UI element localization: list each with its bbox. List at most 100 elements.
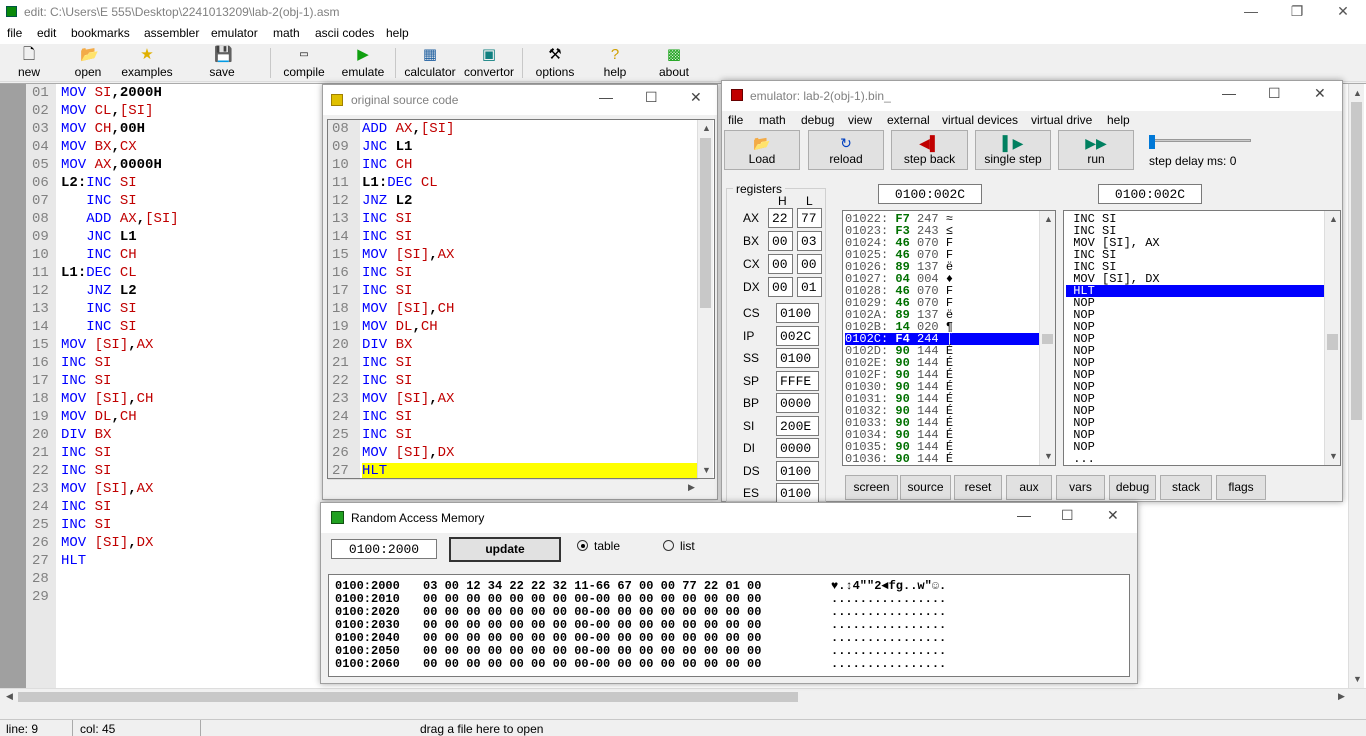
single-step-button[interactable]: ▌▶ single step	[975, 130, 1051, 170]
scroll-up-icon[interactable]: ▲	[1353, 88, 1362, 98]
stack-button[interactable]: stack	[1160, 475, 1212, 500]
disassembly-row[interactable]: NOP	[1066, 417, 1324, 429]
em-menu-help[interactable]: help	[1107, 113, 1130, 127]
memory-scrollbar[interactable]: ▲ ▼	[1039, 211, 1055, 465]
em-menu-math[interactable]: math	[759, 113, 786, 127]
code-line[interactable]: INC SI	[61, 463, 111, 479]
close-icon[interactable]: ✕	[1320, 0, 1366, 24]
disassembly-row[interactable]: NOP	[1066, 297, 1324, 309]
disassembly-row[interactable]: NOP	[1066, 381, 1324, 393]
disassembly-row[interactable]: NOP	[1066, 309, 1324, 321]
code-line[interactable]: INC SI	[61, 301, 136, 317]
code-line[interactable]: MOV [SI],DX	[61, 535, 153, 551]
em-menu-file[interactable]: file	[728, 113, 743, 127]
code-line[interactable]: MOV BX,CX	[61, 139, 137, 155]
code-line[interactable]: MOV [SI],AX	[61, 337, 153, 353]
ram-window-titlebar[interactable]: Random Access Memory — ☐ ✕	[321, 503, 1137, 533]
aux-button[interactable]: aux	[1006, 475, 1052, 500]
code-line[interactable]: INC SI	[61, 193, 136, 209]
register-high-field[interactable]: 00	[768, 231, 793, 251]
register-high-field[interactable]: 00	[768, 254, 793, 274]
menu-emulator[interactable]: emulator	[211, 26, 258, 40]
screen-button[interactable]: screen	[845, 475, 898, 500]
menu-assembler[interactable]: assembler	[144, 26, 199, 40]
editor-horizontal-scrollbar[interactable]: ◀ ▶	[0, 688, 1366, 704]
scroll-thumb[interactable]	[700, 138, 711, 308]
source-window-titlebar[interactable]: original source code — ☐ ✕	[323, 85, 717, 115]
source-line[interactable]: MOV [SI],CH	[362, 301, 454, 317]
help-button[interactable]: ? help	[600, 46, 630, 80]
em-menu-external[interactable]: external	[887, 113, 930, 127]
table-radio[interactable]	[577, 540, 588, 551]
ram-address-field[interactable]: 0100:2000	[331, 539, 437, 559]
scroll-down-icon[interactable]: ▼	[1044, 451, 1053, 461]
register-value-field[interactable]: 0000	[776, 393, 819, 413]
menu-file[interactable]: file	[7, 26, 22, 40]
menu-ascii-codes[interactable]: ascii codes	[315, 26, 374, 40]
source-line[interactable]: DIV BX	[362, 337, 412, 353]
emulate-button[interactable]: ▶ emulate	[338, 46, 388, 80]
source-line[interactable]: INC SI	[362, 373, 412, 389]
scroll-thumb[interactable]	[1042, 334, 1053, 344]
memory-row[interactable]: 01036: 90 144 É	[845, 453, 1039, 465]
source-line[interactable]: MOV [SI],AX	[362, 391, 454, 407]
source-button[interactable]: source	[900, 475, 951, 500]
memory-list[interactable]: 01022: F7 247 ≈01023: F3 243 ≤01024: 46 …	[842, 210, 1056, 466]
source-line[interactable]: INC CH	[362, 157, 412, 173]
register-low-field[interactable]: 01	[797, 277, 822, 297]
reload-button[interactable]: ↻ reload	[808, 130, 884, 170]
code-line[interactable]: L1:DEC CL	[61, 265, 137, 281]
close-icon[interactable]: ✕	[1107, 507, 1119, 524]
register-low-field[interactable]: 77	[797, 208, 822, 228]
scroll-thumb[interactable]	[1327, 334, 1338, 350]
source-line[interactable]: INC SI	[362, 265, 412, 281]
register-value-field[interactable]: 200E	[776, 415, 819, 436]
maximize-icon[interactable]: ☐	[1061, 507, 1074, 524]
register-high-field[interactable]: 22	[768, 208, 793, 228]
scroll-left-icon[interactable]: ◀	[6, 691, 13, 702]
scroll-down-icon[interactable]: ▼	[1329, 451, 1338, 461]
code-line[interactable]: MOV SI,2000H	[61, 85, 162, 101]
disassembly-row[interactable]: MOV [SI], DX	[1066, 273, 1324, 285]
restore-icon[interactable]: ❐	[1274, 0, 1320, 24]
source-horizontal-scrollbar[interactable]: ▶	[328, 479, 698, 495]
em-menu-virtual-drive[interactable]: virtual drive	[1031, 113, 1092, 127]
slider-thumb[interactable]	[1149, 135, 1155, 149]
scroll-right-icon[interactable]: ▶	[688, 482, 695, 493]
code-line[interactable]: INC SI	[61, 445, 111, 461]
register-value-field[interactable]: 0100	[776, 303, 819, 323]
disassembly-row[interactable]: ...	[1066, 453, 1324, 465]
source-line[interactable]: INC SI	[362, 355, 412, 371]
source-line[interactable]: JNZ L2	[362, 193, 412, 209]
minimize-icon[interactable]: —	[1222, 85, 1236, 101]
source-line[interactable]: INC SI	[362, 283, 412, 299]
code-line[interactable]: INC CH	[61, 247, 136, 263]
calculator-button[interactable]: ▦ calculator	[402, 46, 458, 80]
source-line[interactable]: INC SI	[362, 427, 412, 443]
close-icon[interactable]: ✕	[1314, 85, 1326, 102]
disassembly-list[interactable]: INC SI INC SI MOV [SI], AX INC SI INC SI…	[1063, 210, 1341, 466]
code-line[interactable]: INC SI	[61, 517, 111, 533]
menu-math[interactable]: math	[273, 26, 300, 40]
register-value-field[interactable]: 0000	[776, 438, 819, 458]
disassembly-row[interactable]: NOP	[1066, 429, 1324, 441]
source-line[interactable]: MOV [SI],AX	[362, 247, 454, 263]
code-line[interactable]: MOV CL,[SI]	[61, 103, 153, 119]
code-line[interactable]: JNZ L2	[61, 283, 136, 299]
update-button[interactable]: update	[449, 537, 561, 562]
minimize-icon[interactable]: —	[599, 89, 613, 105]
disassembly-row[interactable]: NOP	[1066, 345, 1324, 357]
about-button[interactable]: ▩ about	[655, 46, 693, 80]
disassembly-row[interactable]: NOP	[1066, 393, 1324, 405]
disassembly-scrollbar[interactable]: ▲ ▼	[1324, 211, 1340, 465]
code-line[interactable]: INC SI	[61, 499, 111, 515]
register-low-field[interactable]: 03	[797, 231, 822, 251]
run-button[interactable]: ▶▶ run	[1058, 130, 1134, 170]
disassembly-row[interactable]: NOP	[1066, 441, 1324, 453]
step-delay-slider[interactable]	[1149, 135, 1251, 149]
code-line[interactable]: MOV [SI],AX	[61, 481, 153, 497]
scroll-down-icon[interactable]: ▼	[702, 465, 711, 475]
scroll-up-icon[interactable]: ▲	[702, 123, 711, 133]
source-line[interactable]: L1:DEC CL	[362, 175, 438, 191]
scroll-right-icon[interactable]: ▶	[1338, 691, 1345, 702]
